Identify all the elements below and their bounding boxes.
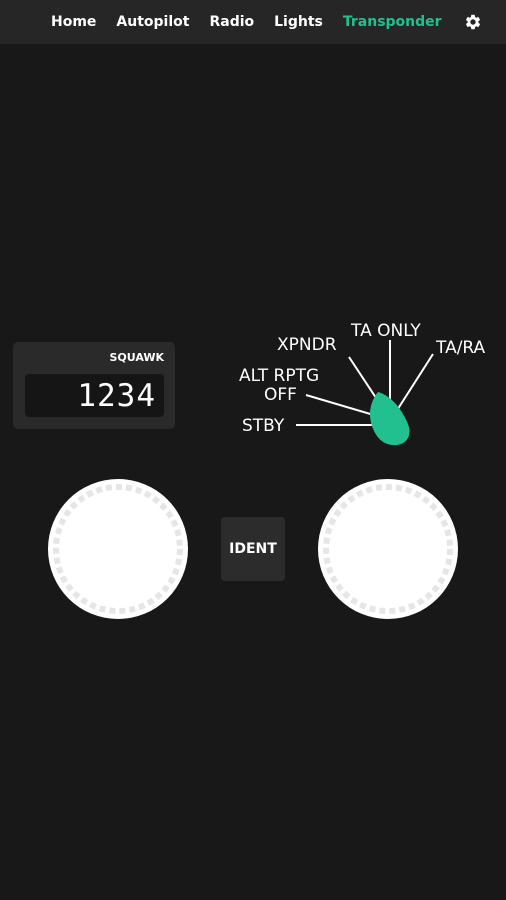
mode-label-ta-ra[interactable]: TA/RA	[436, 339, 485, 357]
mode-label-xpndr[interactable]: XPNDR	[277, 336, 337, 354]
mode-label-ta-only[interactable]: TA ONLY	[351, 322, 421, 340]
mode-label-alt-rptg[interactable]: ALT RPTG	[239, 367, 319, 385]
left-knob[interactable]	[48, 479, 188, 619]
mode-label-stby[interactable]: STBY	[242, 417, 284, 435]
mode-label-off[interactable]: OFF	[264, 386, 297, 404]
right-knob[interactable]	[318, 479, 458, 619]
ident-button[interactable]: IDENT	[221, 517, 285, 581]
mode-line-ta-ra	[393, 353, 434, 416]
mode-selector	[296, 340, 434, 446]
